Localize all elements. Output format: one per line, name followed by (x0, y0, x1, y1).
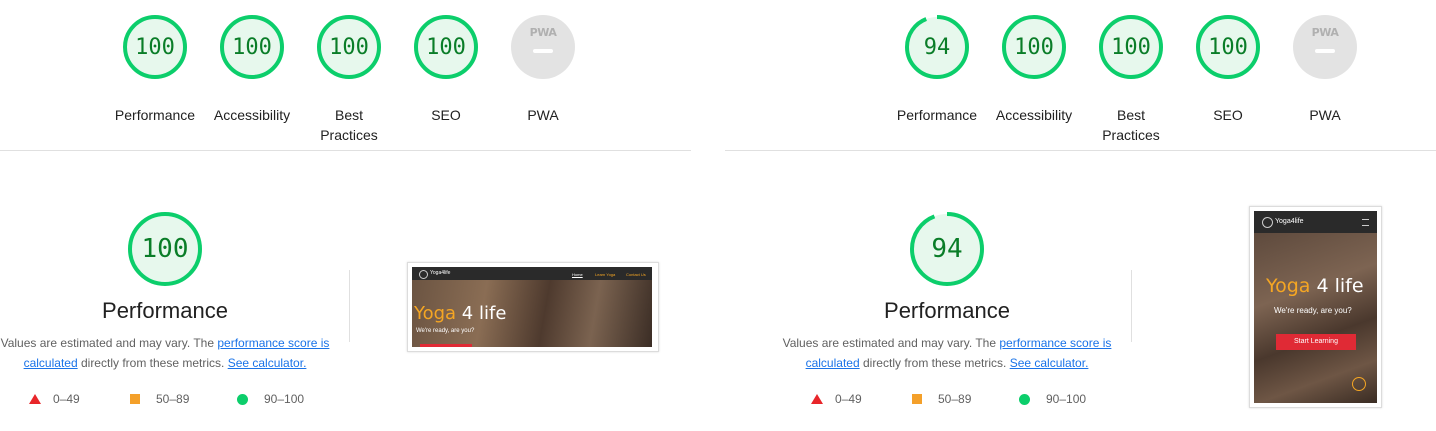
seo-score-ring: 100 (1196, 15, 1260, 79)
legend-average: 50–89 (912, 392, 971, 406)
lotus-logo-icon (1262, 217, 1273, 228)
legend-average-range: 50–89 (156, 392, 190, 406)
legend-fail-range: 0–49 (53, 392, 80, 406)
screenshot-hero-subtitle: We're ready, are you? (416, 328, 475, 334)
legend-average-range: 50–89 (938, 392, 972, 406)
gauge-label-accessibility: Accessibility (213, 107, 291, 123)
accessibility-score-ring: 100 (220, 15, 284, 79)
legend-fail: 0–49 (29, 392, 80, 406)
red-triangle-icon (29, 394, 41, 404)
screenshot-cta-button (420, 344, 472, 347)
pwa-badge-text: PWA (529, 26, 557, 39)
gauge-label-pwa: PWA (527, 107, 559, 123)
legend-fail-range: 0–49 (835, 392, 862, 406)
lotus-logo-icon (419, 270, 428, 279)
screenshot-navbar: Yoga4life (1254, 211, 1377, 233)
performance-score: 100 (135, 34, 175, 60)
legend-pass: 90–100 (1019, 392, 1086, 406)
pwa-dash-icon (533, 49, 553, 53)
accessibility-score: 100 (1014, 34, 1054, 60)
screenshot-hero-title: Yoga 4 life (414, 303, 507, 324)
gauge-label-best-practices: Best Practices (320, 107, 378, 143)
gauge-label-accessibility: Accessibility (995, 107, 1073, 123)
gauge-label-best-practices: Best Practices (1102, 107, 1160, 143)
legend-pass-range: 90–100 (1046, 392, 1087, 406)
section-divider (725, 150, 1436, 151)
performance-heading: Performance (884, 298, 1010, 323)
performance-big-ring: 100 (128, 212, 202, 286)
screenshot-nav-home: Home (572, 272, 583, 277)
best-practices-score-ring: 100 (317, 15, 381, 79)
see-calculator-link[interactable]: See calculator. (1010, 356, 1089, 370)
seo-score: 100 (426, 34, 466, 60)
best-practices-score: 100 (329, 34, 369, 60)
performance-score-ring: 94 (905, 15, 969, 79)
performance-heading: Performance (102, 298, 228, 323)
orange-square-icon (130, 394, 140, 404)
green-circle-icon (1019, 393, 1030, 405)
final-screenshot[interactable]: Yoga4life Yoga 4 life We're ready, are y… (1249, 206, 1382, 408)
orange-square-icon (912, 394, 922, 404)
screenshot-brand: Yoga4life (1275, 218, 1304, 225)
section-divider (0, 150, 691, 151)
gauge-label-performance: Performance (114, 107, 196, 123)
screenshot-brand: Yoga4life (430, 270, 451, 276)
vertical-separator (349, 270, 350, 342)
gauge-label-seo: SEO (431, 107, 461, 123)
description-text-middle: directly from these metrics. (77, 356, 228, 370)
pwa-dash-icon (1315, 49, 1335, 53)
gauge-label-performance: Performance (896, 107, 978, 123)
screenshot-nav-learn: Learn Yoga (595, 272, 616, 277)
legend-average: 50–89 (130, 392, 189, 406)
performance-big-score: 100 (141, 234, 189, 264)
screenshot-cta-button: Start Learning (1276, 334, 1356, 350)
performance-score-ring: 100 (123, 15, 187, 79)
best-practices-score: 100 (1111, 34, 1151, 60)
screenshot-page: Yoga4life Yoga 4 life We're ready, are y… (1254, 211, 1377, 403)
accessibility-score-ring: 100 (1002, 15, 1066, 79)
description-text: Values are estimated and may vary. The (782, 336, 1000, 350)
gauge-label-seo: SEO (1213, 107, 1243, 123)
performance-description: Values are estimated and may vary. The p… (0, 333, 330, 373)
green-circle-icon (237, 393, 248, 405)
lotus-emblem-icon (1352, 377, 1366, 391)
pwa-badge-text: PWA (1311, 26, 1339, 39)
best-practices-score-ring: 100 (1099, 15, 1163, 79)
screenshot-nav-contact: Contact Us (626, 272, 646, 277)
legend-pass-range: 90–100 (264, 392, 305, 406)
final-screenshot[interactable]: Yoga4life Home Learn Yoga Contact Us Yog… (407, 262, 659, 352)
accessibility-score: 100 (232, 34, 272, 60)
performance-score: 94 (923, 34, 951, 60)
red-triangle-icon (811, 394, 823, 404)
gauge-label-pwa: PWA (1309, 107, 1341, 123)
description-text-middle: directly from these metrics. (859, 356, 1010, 370)
mobile-report-panel: 94 Performance 100 Accessibility 100 Bes… (725, 0, 1436, 431)
seo-score: 100 (1208, 34, 1248, 60)
hamburger-menu-icon (1362, 219, 1369, 226)
pwa-badge: PWA (1293, 15, 1357, 79)
screenshot-hero-title: Yoga 4 life (1266, 275, 1364, 297)
screenshot-navbar: Yoga4life Home Learn Yoga Contact Us (412, 267, 652, 280)
performance-big-score: 94 (931, 234, 963, 264)
pwa-badge: PWA (511, 15, 575, 79)
vertical-separator (1131, 270, 1132, 342)
seo-score-ring: 100 (414, 15, 478, 79)
legend-fail: 0–49 (811, 392, 862, 406)
description-text: Values are estimated and may vary. The (0, 336, 218, 350)
see-calculator-link[interactable]: See calculator. (228, 356, 307, 370)
screenshot-page: Yoga4life Home Learn Yoga Contact Us Yog… (412, 267, 652, 347)
desktop-report-panel: 100 Performance 100 Accessibility 100 Be… (0, 0, 691, 431)
legend-pass: 90–100 (237, 392, 304, 406)
screenshot-hero-subtitle: We're ready, are you? (1274, 306, 1352, 315)
performance-big-ring: 94 (910, 212, 984, 286)
performance-description: Values are estimated and may vary. The p… (782, 333, 1112, 373)
